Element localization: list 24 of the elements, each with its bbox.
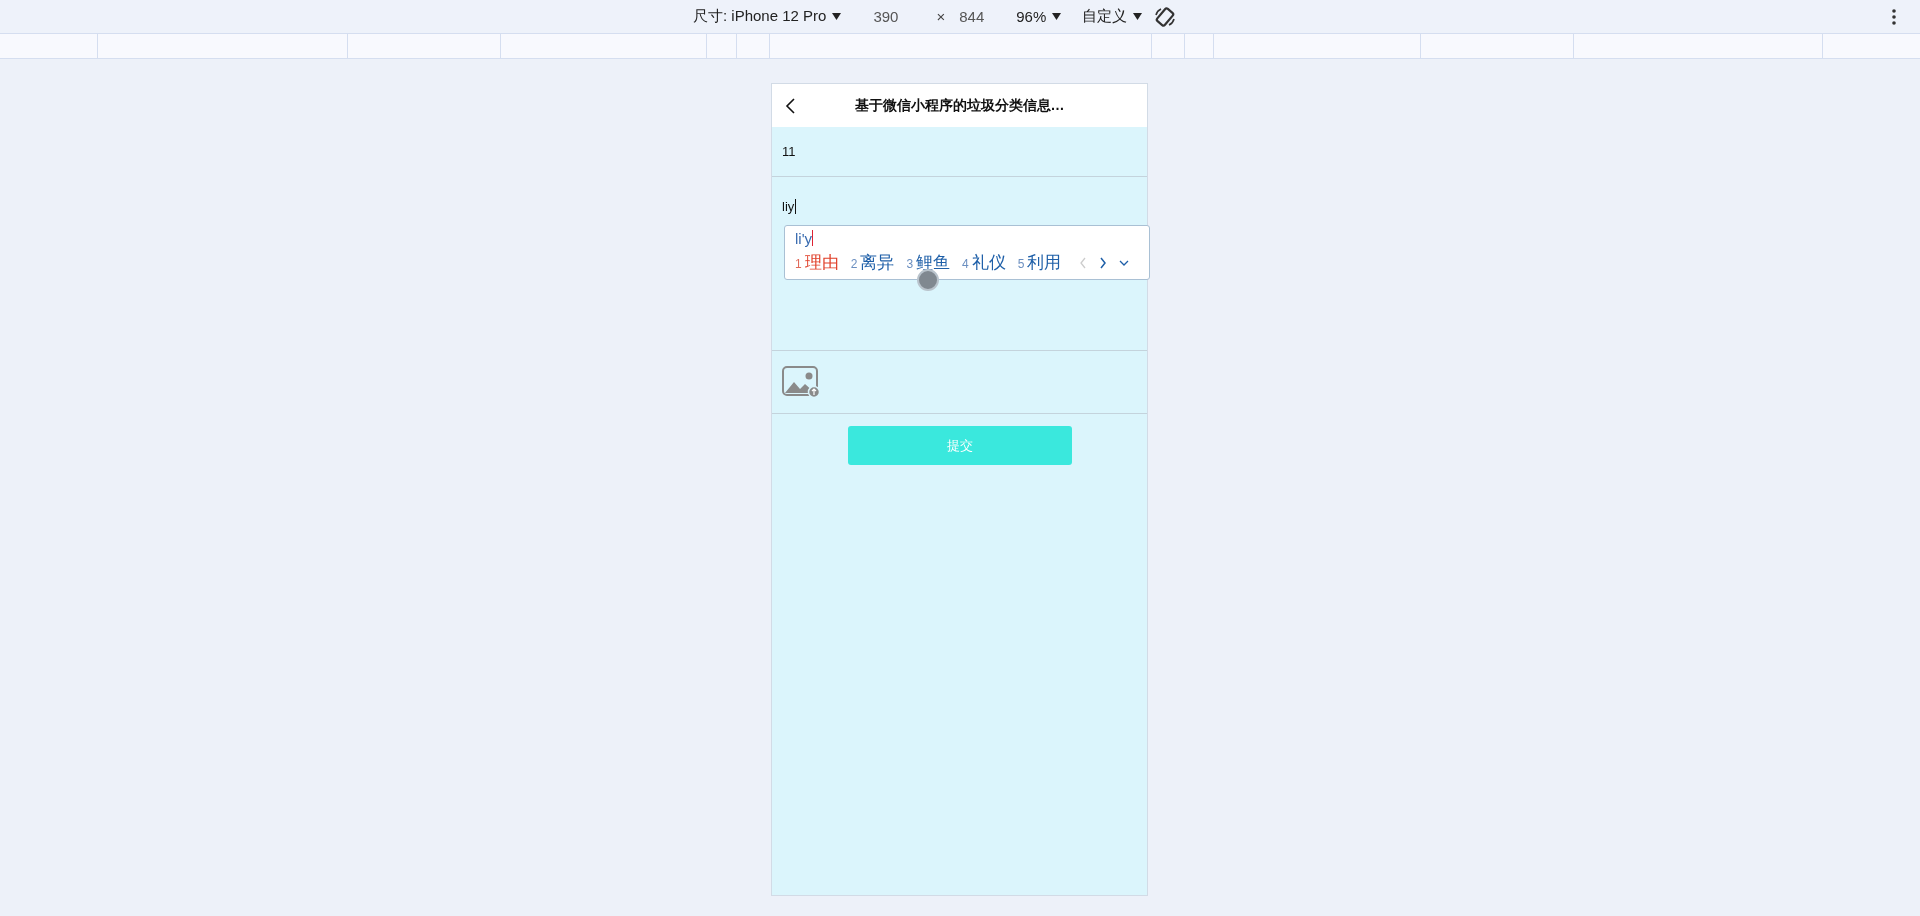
back-icon[interactable] — [785, 98, 795, 114]
ime-candidate[interactable]: 5 利用 — [1017, 251, 1062, 274]
rotate-icon[interactable] — [1154, 5, 1177, 28]
caret-icon — [1133, 13, 1143, 20]
ime-composition: li'y — [795, 228, 815, 248]
times-sign: × — [936, 8, 946, 25]
throttle-selector[interactable]: 自定义 — [1082, 7, 1143, 26]
width-field[interactable]: 390 — [873, 8, 899, 25]
next-page-icon[interactable] — [1099, 256, 1108, 269]
more-icon[interactable] — [1892, 9, 1896, 25]
expand-icon[interactable] — [1119, 258, 1130, 267]
touch-pointer-icon — [917, 269, 939, 291]
input-field[interactable]: 11 — [772, 127, 1147, 177]
caret-icon — [832, 13, 842, 20]
caret-icon — [1052, 13, 1062, 20]
ime-candidate[interactable]: 1 理由 — [795, 251, 839, 274]
ime-candidate[interactable]: 4 礼仪 — [962, 251, 1006, 274]
zoom-selector[interactable]: 96% — [1016, 8, 1062, 25]
ime-candidate[interactable]: 2 离异 — [850, 251, 895, 274]
height-field[interactable]: 844 — [959, 8, 985, 25]
device-selector[interactable]: 尺寸: iPhone 12 Pro — [693, 7, 842, 26]
ime-candidate[interactable]: 3 鲤鱼 — [906, 251, 951, 274]
page-title: 基于微信小程序的垃圾分类信息… — [854, 96, 1065, 115]
add-image-icon[interactable] — [782, 366, 820, 398]
